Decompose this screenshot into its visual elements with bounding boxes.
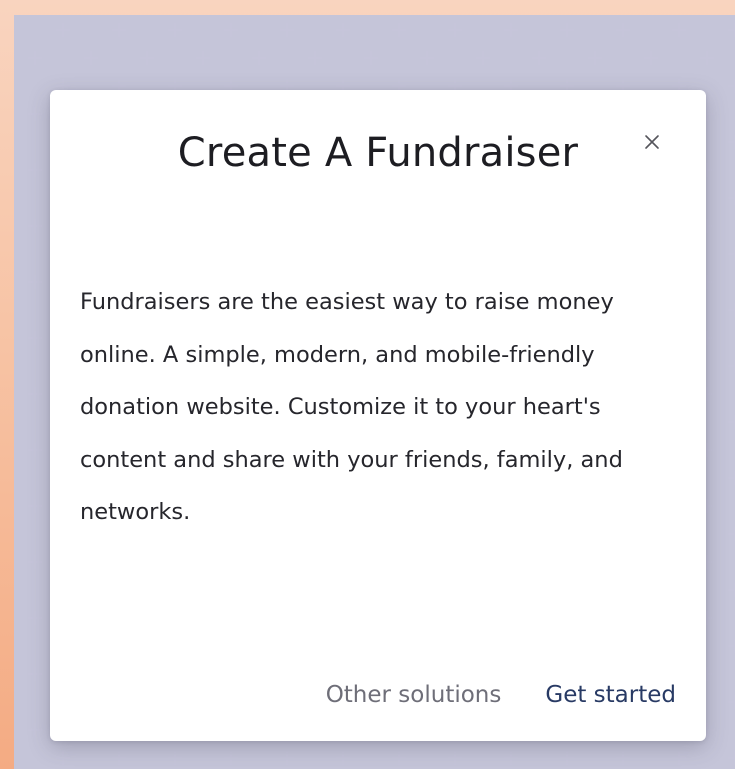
- plus-pattern-mark: [728, 583, 735, 597]
- plus-pattern-mark: [28, 667, 42, 681]
- plus-pattern-mark: [28, 331, 42, 345]
- plus-pattern-mark: [364, 51, 378, 65]
- plus-pattern-mark: [280, 751, 294, 765]
- plus-pattern-mark: [728, 247, 735, 261]
- plus-pattern-mark: [112, 23, 126, 37]
- plus-pattern-mark: [504, 751, 518, 765]
- plus-pattern-mark: [476, 51, 490, 65]
- plus-pattern-mark: [700, 51, 714, 65]
- plus-pattern-mark: [644, 51, 658, 65]
- plus-pattern-mark: [28, 723, 42, 737]
- plus-pattern-mark: [672, 751, 686, 765]
- plus-pattern-mark: [728, 359, 735, 373]
- plus-pattern-mark: [28, 219, 42, 233]
- plus-pattern-mark: [28, 107, 42, 121]
- plus-pattern-mark: [140, 51, 154, 65]
- plus-pattern-mark: [728, 751, 735, 765]
- plus-pattern-mark: [336, 751, 350, 765]
- plus-pattern-mark: [308, 51, 322, 65]
- plus-pattern-mark: [728, 639, 735, 653]
- plus-pattern-mark: [420, 51, 434, 65]
- plus-pattern-mark: [224, 751, 238, 765]
- get-started-button[interactable]: Get started: [545, 682, 676, 708]
- plus-pattern-mark: [728, 471, 735, 485]
- plus-pattern-mark: [560, 23, 574, 37]
- plus-pattern-mark: [448, 23, 462, 37]
- plus-pattern-mark: [168, 751, 182, 765]
- plus-pattern-mark: [224, 23, 238, 37]
- plus-pattern-mark: [28, 163, 42, 177]
- plus-pattern-mark: [168, 23, 182, 37]
- plus-pattern-mark: [84, 51, 98, 65]
- close-button[interactable]: [640, 130, 664, 154]
- plus-pattern-mark: [672, 23, 686, 37]
- plus-pattern-mark: [392, 751, 406, 765]
- plus-pattern-mark: [28, 611, 42, 625]
- plus-pattern-mark: [392, 23, 406, 37]
- plus-pattern-mark: [616, 23, 630, 37]
- plus-pattern-mark: [728, 415, 735, 429]
- plus-pattern-mark: [56, 23, 70, 37]
- plus-pattern-mark: [728, 79, 735, 93]
- plus-pattern-mark: [28, 555, 42, 569]
- plus-pattern-mark: [28, 387, 42, 401]
- plus-pattern-mark: [252, 51, 266, 65]
- plus-pattern-mark: [560, 751, 574, 765]
- plus-pattern-mark: [728, 527, 735, 541]
- plus-pattern-mark: [728, 191, 735, 205]
- plus-pattern-mark: [336, 23, 350, 37]
- plus-pattern-mark: [728, 303, 735, 317]
- create-fundraiser-dialog: Create A Fundraiser Fundraisers are the …: [50, 90, 706, 741]
- plus-pattern-mark: [616, 751, 630, 765]
- dialog-actions: Other solutions Get started: [326, 682, 676, 708]
- plus-pattern-mark: [588, 51, 602, 65]
- plus-pattern-mark: [728, 135, 735, 149]
- plus-pattern-mark: [504, 23, 518, 37]
- plus-pattern-mark: [28, 275, 42, 289]
- other-solutions-button[interactable]: Other solutions: [326, 682, 502, 708]
- dialog-title: Create A Fundraiser: [177, 130, 579, 176]
- dialog-description: Fundraisers are the easiest way to raise…: [80, 289, 623, 525]
- plus-pattern-mark: [728, 695, 735, 709]
- plus-pattern-mark: [532, 51, 546, 65]
- plus-pattern-mark: [56, 751, 70, 765]
- plus-pattern-mark: [196, 51, 210, 65]
- plus-pattern-mark: [112, 751, 126, 765]
- plus-pattern-mark: [28, 443, 42, 457]
- close-icon: [640, 130, 664, 154]
- plus-pattern-mark: [280, 23, 294, 37]
- plus-pattern-mark: [728, 23, 735, 37]
- plus-pattern-mark: [28, 51, 42, 65]
- plus-pattern-mark: [448, 751, 462, 765]
- plus-pattern-mark: [28, 499, 42, 513]
